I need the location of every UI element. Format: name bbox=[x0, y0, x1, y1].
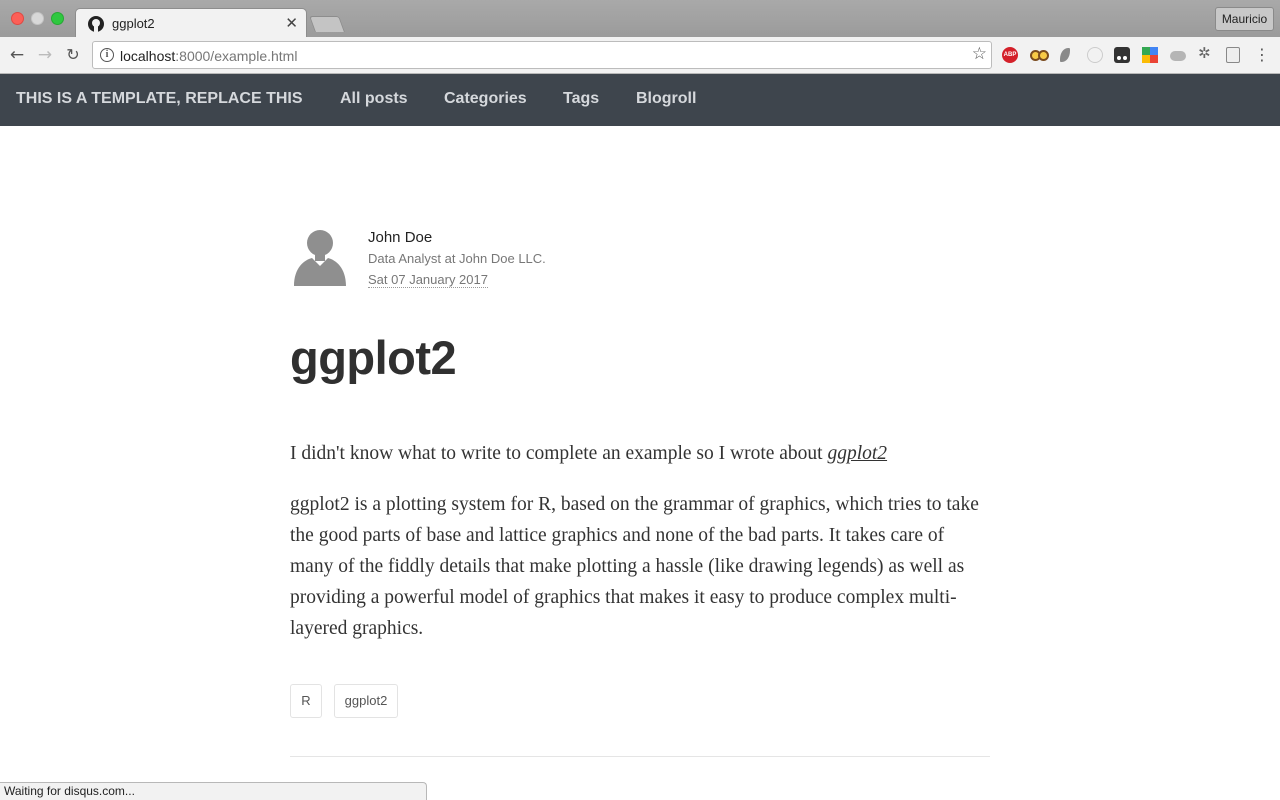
site-brand-link[interactable]: THIS IS A TEMPLATE, REPLACE THIS bbox=[16, 74, 303, 124]
github-icon bbox=[88, 16, 104, 32]
author-name: John Doe bbox=[368, 229, 433, 246]
url-text[interactable]: localhost:8000/example.html bbox=[120, 48, 297, 64]
divider bbox=[290, 756, 990, 757]
avatar bbox=[294, 230, 346, 286]
tag-r[interactable]: R bbox=[290, 684, 322, 718]
nav-item-tags[interactable]: Tags bbox=[563, 74, 599, 124]
post-date: Sat 07 January 2017 bbox=[368, 272, 488, 288]
browser-tab-strip: ggplot2 ✕ Mauricio bbox=[0, 0, 1280, 38]
reload-icon[interactable]: ↻ bbox=[61, 43, 85, 67]
circle-icon[interactable] bbox=[1087, 47, 1103, 63]
close-window-button[interactable] bbox=[11, 12, 24, 25]
post-title: ggplot2 bbox=[290, 331, 457, 384]
author-role: Data Analyst at John Doe LLC. bbox=[368, 251, 546, 266]
feather-icon[interactable] bbox=[1060, 48, 1070, 62]
ggplot2-link[interactable]: ggplot2 bbox=[827, 443, 887, 464]
new-tab-button[interactable] bbox=[309, 16, 345, 32]
post-intro: I didn't know what to write to complete … bbox=[290, 438, 992, 469]
url-path: :8000/example.html bbox=[175, 48, 298, 64]
info-icon[interactable]: i bbox=[100, 48, 114, 62]
nav-item-all-posts[interactable]: All posts bbox=[340, 74, 408, 124]
tab-title: ggplot2 bbox=[112, 16, 155, 31]
owl-icon[interactable] bbox=[1030, 47, 1049, 63]
address-bar[interactable]: i localhost:8000/example.html ☆ bbox=[92, 41, 992, 69]
zoom-window-button[interactable] bbox=[51, 12, 64, 25]
nav-item-blogroll[interactable]: Blogroll bbox=[636, 74, 696, 124]
forward-arrow-icon[interactable]: → bbox=[33, 43, 57, 67]
menu-icon[interactable]: ⋮ bbox=[1254, 45, 1270, 65]
minimize-window-button[interactable] bbox=[31, 12, 44, 25]
cloud-icon[interactable] bbox=[1170, 51, 1186, 61]
bookmark-star-icon[interactable]: ☆ bbox=[972, 44, 987, 64]
site-navbar: THIS IS A TEMPLATE, REPLACE THIS All pos… bbox=[0, 74, 1280, 126]
nav-item-categories[interactable]: Categories bbox=[444, 74, 527, 124]
close-tab-icon[interactable]: ✕ bbox=[285, 14, 298, 32]
tag-ggplot2[interactable]: ggplot2 bbox=[334, 684, 398, 718]
status-bar: Waiting for disqus.com... bbox=[0, 782, 427, 800]
document-icon[interactable] bbox=[1226, 47, 1240, 63]
post-intro-text: I didn't know what to write to complete … bbox=[290, 443, 828, 464]
back-arrow-icon[interactable]: ← bbox=[5, 43, 29, 67]
browser-toolbar: ← → ↻ i localhost:8000/example.html ☆ AB… bbox=[0, 37, 1280, 74]
tampermonkey-icon[interactable] bbox=[1114, 47, 1130, 63]
color-picker-icon[interactable] bbox=[1142, 47, 1158, 63]
browser-tab-active[interactable]: ggplot2 ✕ bbox=[75, 8, 307, 38]
adblock-plus-icon[interactable]: ABP bbox=[1002, 47, 1018, 63]
profile-button[interactable]: Mauricio bbox=[1215, 7, 1274, 31]
post-body: ggplot2 is a plotting system for R, base… bbox=[290, 494, 979, 639]
url-host: localhost bbox=[120, 48, 176, 64]
bug-icon[interactable]: ✲ bbox=[1198, 44, 1214, 62]
